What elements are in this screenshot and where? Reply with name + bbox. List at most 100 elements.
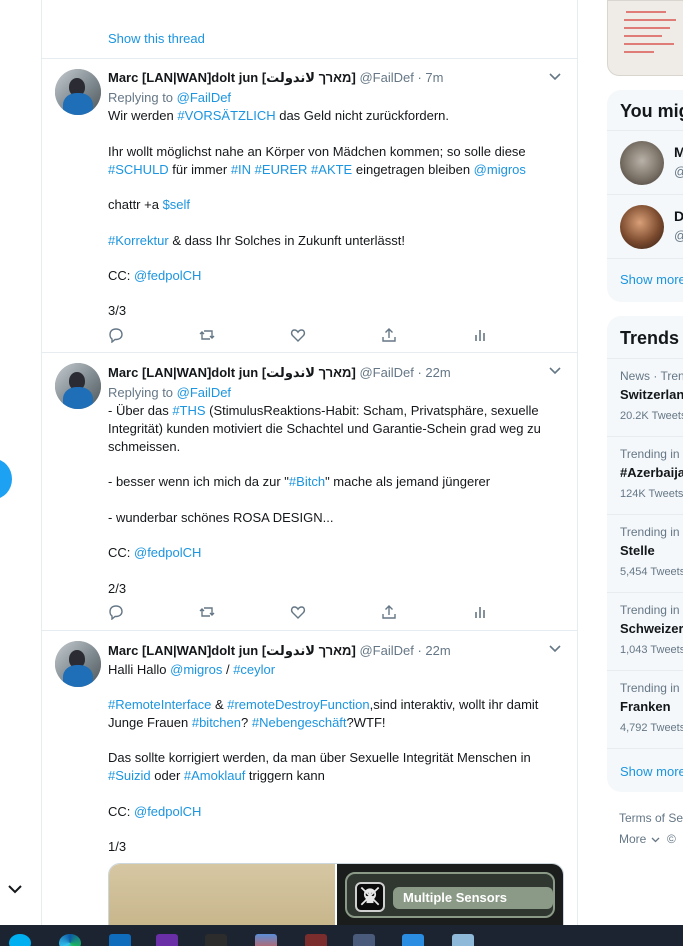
trend-name[interactable]: Stelle <box>620 543 655 558</box>
trend-name[interactable]: Schweizer <box>620 621 683 636</box>
media-app-icon[interactable] <box>305 934 327 946</box>
avatar[interactable] <box>55 641 101 687</box>
mention[interactable]: @fedpolCH <box>134 268 201 283</box>
show-thread-link[interactable]: Show this thread <box>108 31 205 46</box>
avatar[interactable] <box>620 205 664 249</box>
tweet[interactable]: Marc [LAN|WAN]dolt jun [מארך لاندولت] @F… <box>42 59 577 353</box>
media-photo[interactable] <box>109 864 335 925</box>
trend-item[interactable]: Trending in Schweizer 1,043 Tweets <box>607 592 683 670</box>
timestamp[interactable]: 7m <box>425 70 443 85</box>
chart-app-icon[interactable] <box>255 934 277 946</box>
hashtag[interactable]: #VORSÄTZLICH <box>177 108 275 123</box>
suggested-user-handle: @ <box>674 164 683 179</box>
chevron-down-icon[interactable] <box>6 880 24 898</box>
thread-count: 3/3 <box>108 303 127 318</box>
trend-item[interactable]: Trending in Stelle 5,454 Tweets <box>607 514 683 592</box>
avatar[interactable] <box>55 363 101 409</box>
analytics-icon[interactable] <box>472 327 488 343</box>
share-icon[interactable] <box>381 604 397 620</box>
hashtag[interactable]: #Nebengeschäft <box>252 715 347 730</box>
hashtag[interactable]: #Korrektur <box>108 233 169 248</box>
avatar[interactable] <box>55 69 101 115</box>
hashtag[interactable]: #Bitch <box>289 474 325 489</box>
hashtag[interactable]: #remoteDestroyFunction <box>227 697 369 712</box>
visual-studio-icon[interactable] <box>156 934 178 946</box>
trend-name[interactable]: Switzerlan <box>620 387 683 402</box>
media-photo[interactable]: Multiple Sensors <box>337 864 563 925</box>
reply-icon[interactable] <box>108 327 124 343</box>
files-icon[interactable] <box>452 934 474 946</box>
trend-item[interactable]: News · Trend Switzerlan 20.2K Tweets <box>607 358 683 436</box>
trend-name[interactable]: Franken <box>620 699 671 714</box>
caret-down-icon[interactable] <box>549 367 561 375</box>
footer-terms-link[interactable]: Terms of Ser <box>619 811 683 825</box>
tweet-text: - Über das #THS (StimulusReaktions-Habit… <box>108 402 566 598</box>
hashtag[interactable]: #bitchen <box>192 715 241 730</box>
trend-count: 4,792 Tweets <box>620 722 683 734</box>
suggested-user[interactable]: D @ <box>607 194 683 258</box>
tweet[interactable]: Marc [LAN|WAN]dolt jun [מארך لاندولت] @F… <box>42 631 577 925</box>
footer-more-label[interactable]: More <box>619 832 646 846</box>
caret-down-icon[interactable] <box>549 645 561 653</box>
hashtag[interactable]: #SCHULD <box>108 162 169 177</box>
trend-name[interactable]: #Azerbaija <box>620 465 683 480</box>
hashtag[interactable]: #AKTE <box>311 162 352 177</box>
footer-copyright: © <box>667 832 676 846</box>
show-more-link[interactable]: Show more <box>620 272 683 287</box>
trend-item[interactable]: Trending in Franken 4,792 Tweets <box>607 670 683 748</box>
skype-icon[interactable] <box>9 934 31 946</box>
hashtag[interactable]: #EURER <box>255 162 308 177</box>
timestamp[interactable]: 22m <box>425 643 450 658</box>
prism-app-icon[interactable] <box>353 934 375 946</box>
caret-down-icon[interactable] <box>549 73 561 81</box>
hashtag[interactable]: #IN <box>231 162 251 177</box>
suggested-user-name[interactable]: D <box>674 208 683 224</box>
suggested-user-name[interactable]: M <box>674 144 683 160</box>
user-handle[interactable]: @FailDef <box>359 643 413 658</box>
tweet-text: Wir werden #VORSÄTZLICH das Geld nicht z… <box>108 107 566 320</box>
tweet-media[interactable]: Multiple Sensors <box>108 863 564 925</box>
text-run: CC: <box>108 268 134 283</box>
display-name[interactable]: Marc [LAN|WAN]dolt jun [מארך لاندولت] <box>108 365 356 380</box>
hashtag[interactable]: #ceylor <box>233 662 275 677</box>
trend-item[interactable]: Trending in #Azerbaija 124K Tweets <box>607 436 683 514</box>
user-handle[interactable]: @FailDef <box>359 365 413 380</box>
retweet-icon[interactable] <box>199 327 215 343</box>
display-name[interactable]: Marc [LAN|WAN]dolt jun [מארך لاندولت] <box>108 70 356 85</box>
reply-icon[interactable] <box>108 604 124 620</box>
mention[interactable]: @migros <box>474 162 526 177</box>
avatar[interactable] <box>620 141 664 185</box>
timestamp[interactable]: 22m <box>425 365 450 380</box>
share-icon[interactable] <box>381 327 397 343</box>
edge-icon[interactable] <box>59 934 81 946</box>
replying-mention[interactable]: @FailDef <box>177 385 231 400</box>
hashtag[interactable]: #Suizid <box>108 768 151 783</box>
trend-count: 1,043 Tweets <box>620 644 683 656</box>
tweet[interactable]: Marc [LAN|WAN]dolt jun [מארך لاندولت] @F… <box>42 353 577 631</box>
x-tool-icon[interactable] <box>205 934 227 946</box>
timeline: Show this thread Marc [LAN|WAN]dolt jun … <box>41 0 578 925</box>
retweet-icon[interactable] <box>199 604 215 620</box>
analytics-icon[interactable] <box>472 604 488 620</box>
compose-fab[interactable] <box>0 459 12 499</box>
hashtag[interactable]: #RemoteInterface <box>108 697 211 712</box>
mention[interactable]: @fedpolCH <box>134 804 201 819</box>
like-icon[interactable] <box>290 604 306 620</box>
hashtag[interactable]: #Amoklauf <box>184 768 245 783</box>
show-more-link[interactable]: Show more <box>620 764 683 779</box>
replying-label: Replying to <box>108 90 174 105</box>
media-thumbnail[interactable] <box>607 0 683 76</box>
tweet-header: Marc [LAN|WAN]dolt jun [מארך لاندولت] @F… <box>108 365 451 381</box>
cashtag[interactable]: $self <box>163 197 190 212</box>
hashtag[interactable]: #THS <box>172 403 205 418</box>
like-icon[interactable] <box>290 327 306 343</box>
user-handle[interactable]: @FailDef <box>359 70 413 85</box>
footer-more[interactable]: More © <box>619 832 676 846</box>
display-name[interactable]: Marc [LAN|WAN]dolt jun [מארך لاندولت] <box>108 643 356 658</box>
outlook-icon[interactable] <box>109 934 131 946</box>
mention[interactable]: @fedpolCH <box>134 545 201 560</box>
replying-mention[interactable]: @FailDef <box>177 90 231 105</box>
photos-icon[interactable] <box>402 934 424 946</box>
suggested-user[interactable]: M @ <box>607 130 683 194</box>
mention[interactable]: @migros <box>170 662 222 677</box>
